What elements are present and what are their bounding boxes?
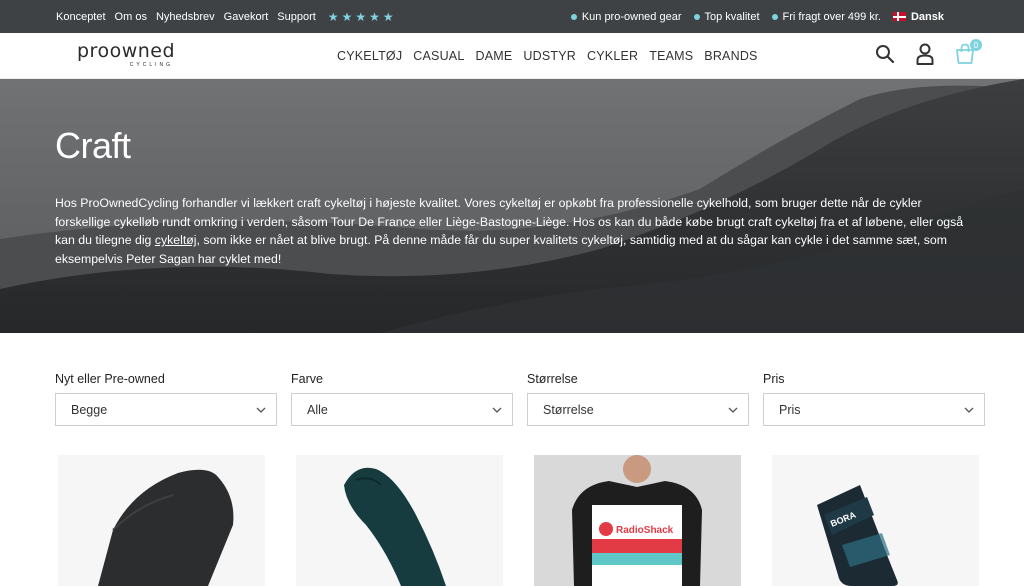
filter-label: Størrelse <box>527 372 578 386</box>
chevron-down-icon <box>492 407 502 413</box>
top-links: Konceptet Om os Nyhedsbrev Gavekort Supp… <box>56 0 394 33</box>
cart-count-badge: 0 <box>970 39 982 51</box>
category-hero: Craft Hos ProOwnedCycling forhandler vi … <box>0 79 1024 333</box>
top-link-konceptet[interactable]: Konceptet <box>56 11 106 23</box>
language-selector[interactable]: Dansk <box>892 10 944 23</box>
product-grid: RadioShack BORA <box>58 455 979 586</box>
nav-item-udstyr[interactable]: UDSTYR <box>523 49 576 63</box>
rating-stars[interactable]: ★ ★ ★ ★ ★ <box>328 11 394 23</box>
cykeltoj-link[interactable]: cykeltøj <box>155 233 197 247</box>
danish-flag-icon <box>892 12 906 21</box>
bullet-dot-icon <box>693 13 700 20</box>
filter-bar: Nyt eller Pre-owned Begge Farve Alle Stø… <box>55 372 985 426</box>
product-card-knee-warmer[interactable] <box>58 455 265 586</box>
top-bar: Konceptet Om os Nyhedsbrev Gavekort Supp… <box>0 0 1024 33</box>
nav-item-dame[interactable]: DAME <box>476 49 513 63</box>
filter-label: Pris <box>763 372 785 386</box>
nav-item-cykler[interactable]: CYKLER <box>587 49 638 63</box>
filter-condition: Nyt eller Pre-owned Begge <box>55 372 277 426</box>
knee-warmer-image <box>58 455 265 586</box>
cart-icon[interactable]: 0 <box>954 39 982 67</box>
top-link-gavekort[interactable]: Gavekort <box>224 11 269 23</box>
page-title: Craft <box>55 125 131 166</box>
usp-item: Kun pro-owned gear <box>570 10 682 23</box>
nav-item-casual[interactable]: CASUAL <box>413 49 464 63</box>
top-link-support[interactable]: Support <box>277 11 316 23</box>
filter-color: Farve Alle <box>291 372 513 426</box>
radioshack-jersey-image: RadioShack <box>534 455 741 586</box>
logo-subtitle: CYCLING <box>129 62 173 68</box>
star-icon: ★ <box>341 9 353 24</box>
bullet-dot-icon <box>771 13 778 20</box>
account-icon[interactable] <box>914 41 936 67</box>
color-select[interactable]: Alle <box>291 393 513 426</box>
main-nav: CYKELTØJ CASUAL DAME UDSTYR CYKLER TEAMS… <box>337 33 758 78</box>
bora-sock-image: BORA <box>772 455 979 586</box>
filter-price: Pris Pris <box>763 372 985 426</box>
top-link-nyhedsbrev[interactable]: Nyhedsbrev <box>156 11 215 23</box>
site-logo[interactable]: proowned CYCLING <box>77 41 177 71</box>
nav-item-teams[interactable]: TEAMS <box>649 49 693 63</box>
jersey-print-text: RadioShack <box>616 525 674 536</box>
search-icon[interactable] <box>874 41 896 67</box>
bullet-dot-icon <box>570 13 577 20</box>
category-description: Hos ProOwnedCycling forhandler vi lækker… <box>55 194 975 268</box>
filter-label: Nyt eller Pre-owned <box>55 372 165 386</box>
chevron-down-icon <box>964 407 974 413</box>
size-select[interactable]: Størrelse <box>527 393 749 426</box>
star-icon: ★ <box>369 9 380 24</box>
star-icon: ★ <box>327 9 339 24</box>
top-link-om-os[interactable]: Om os <box>115 11 147 23</box>
usp-item: Fri fragt over 499 kr. <box>771 10 881 23</box>
chevron-down-icon <box>256 407 266 413</box>
usp-text: Kun pro-owned gear <box>581 10 682 23</box>
product-card-jersey[interactable]: RadioShack <box>534 455 741 586</box>
product-card-sock[interactable]: BORA <box>772 455 979 586</box>
logo-wordmark: proowned <box>77 40 176 62</box>
condition-select[interactable]: Begge <box>55 393 277 426</box>
site-header: proowned CYCLING CYKELTØJ CASUAL DAME UD… <box>0 33 1024 79</box>
chevron-down-icon <box>728 407 738 413</box>
product-card-arm-warmer[interactable] <box>296 455 503 586</box>
price-select[interactable]: Pris <box>763 393 985 426</box>
usp-text: Fri fragt over 499 kr. <box>782 10 881 23</box>
select-value: Begge <box>71 402 108 417</box>
star-icon: ★ <box>382 9 394 24</box>
filter-label: Farve <box>291 372 323 386</box>
select-value: Pris <box>779 402 801 417</box>
nav-item-cykeltoj[interactable]: CYKELTØJ <box>337 49 402 63</box>
nav-item-brands[interactable]: BRANDS <box>704 49 757 63</box>
usp-text: Top kvalitet <box>704 10 760 23</box>
star-icon: ★ <box>355 9 367 24</box>
filter-size: Størrelse Størrelse <box>527 372 749 426</box>
language-label: Dansk <box>910 10 944 23</box>
select-value: Alle <box>307 402 328 417</box>
usp-item: Top kvalitet <box>693 10 760 23</box>
select-value: Størrelse <box>543 402 594 417</box>
arm-warmer-image <box>296 455 503 586</box>
usp-list: Kun pro-owned gear Top kvalitet Fri frag… <box>570 0 944 33</box>
header-icons: 0 <box>874 39 982 67</box>
